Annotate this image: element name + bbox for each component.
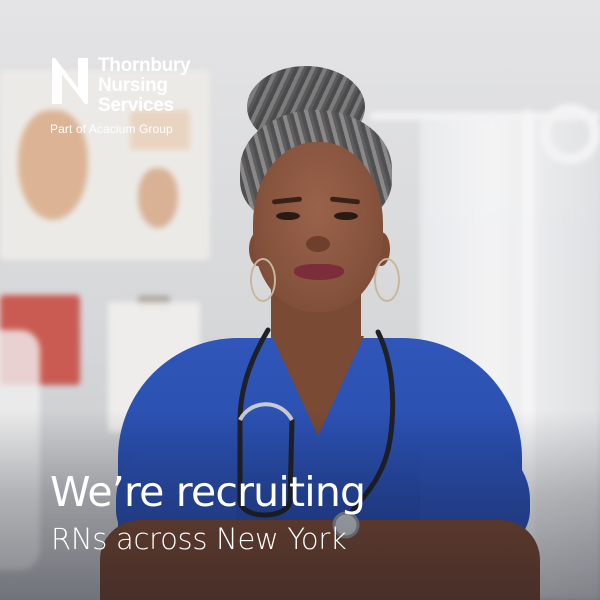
brand-name-line-1: Thornbury — [98, 55, 191, 76]
brand-logo: Thornbury Nursing Services — [50, 55, 191, 116]
brand-name-line-2: Nursing — [98, 75, 168, 96]
recruitment-ad: Thornbury Nursing Services Part of Acaci… — [0, 0, 600, 600]
subheadline: RNs across New York — [51, 522, 347, 556]
headline: We’re recruiting — [50, 468, 366, 516]
brand-name: Thornbury Nursing Services — [98, 55, 191, 116]
brand-name-line-3: Services — [98, 95, 174, 116]
brand-tagline: Part of Acacium Group — [50, 122, 173, 136]
letter-n-logo-icon — [52, 57, 88, 105]
